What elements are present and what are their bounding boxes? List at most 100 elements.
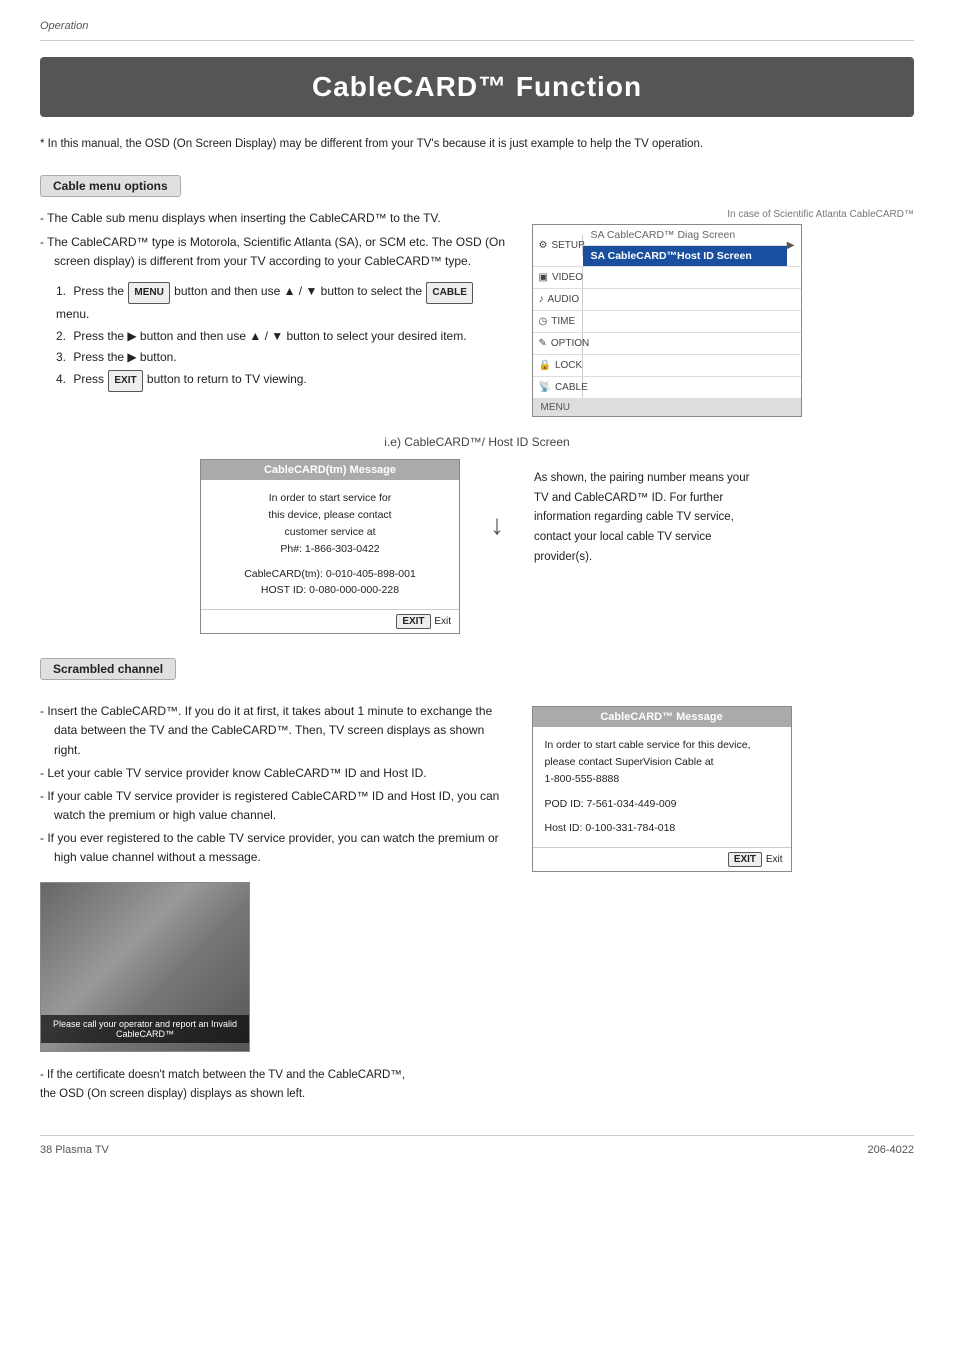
scrambled-layout: Insert the CableCARD™. If you do it at f… [40, 702, 914, 1105]
sa-hostid-item: SA CableCARD™Host ID Screen [583, 246, 787, 266]
lock-content [583, 361, 801, 371]
menu-row-lock: 🔒 LOCK [533, 355, 801, 377]
cable-bullet-2: The CableCARD™ type is Motorola, Scienti… [40, 233, 508, 271]
cert-line2: the OSD (On screen display) displays as … [40, 1085, 508, 1105]
cable-content [583, 383, 801, 393]
cable-step-1: 1. Press the MENU button and then use ▲ … [40, 281, 508, 326]
s-msg-line2: please contact SuperVision Cable at [545, 754, 779, 771]
cert-line1: - If the certificate doesn't match betwe… [40, 1066, 508, 1086]
cable-menu-section: Cable menu options The Cable sub menu di… [40, 175, 914, 417]
scrambled-left: Insert the CableCARD™. If you do it at f… [40, 702, 508, 1105]
scrambled-msg-box: CableCARD™ Message In order to start cab… [532, 706, 792, 872]
tv-overlay: Please call your operator and report an … [41, 1015, 249, 1043]
scrambled-msg-footer: EXIT Exit [533, 847, 791, 871]
msg-line5: CableCARD(tm): 0-010-405-898-001 [213, 566, 447, 583]
cable-menu-label: Cable menu options [40, 175, 181, 197]
cable-step-4: 4. Press EXIT button to return to TV vie… [40, 369, 508, 392]
cablecard-msg-footer: EXIT Exit [201, 609, 459, 633]
s-msg-line1: In order to start cable service for this… [545, 737, 779, 754]
footer-left: 38 Plasma TV [40, 1144, 109, 1156]
sa-diag-item: SA CableCARD™ Diag Screen [583, 225, 787, 246]
cable-bullets: The Cable sub menu displays when inserti… [40, 209, 508, 271]
video-label: VIDEO [552, 272, 583, 283]
operation-label: Operation [40, 20, 914, 32]
video-icon: ▣ [539, 272, 548, 283]
option-icon-cell: ✎ OPTION [533, 333, 583, 354]
menu-row-cable: 📡 CABLE [533, 377, 801, 399]
cable-step-3: 3. Press the ▶ button. [40, 347, 508, 369]
option-icon: ✎ [539, 338, 547, 349]
tv-image-container: Please call your operator and report an … [40, 882, 250, 1052]
menu-row-video: ▣ VIDEO [533, 267, 801, 289]
menu-row-option: ✎ OPTION [533, 333, 801, 355]
scrambled-bullets: Insert the CableCARD™. If you do it at f… [40, 702, 508, 868]
scrambled-bullet-3: If your cable TV service provider is reg… [40, 787, 508, 825]
scrambled-exit-btn[interactable]: EXIT [728, 852, 762, 867]
video-content [583, 273, 801, 283]
scrambled-bullet-1: Insert the CableCARD™. If you do it at f… [40, 702, 508, 760]
cablecard-msg-title: CableCARD(tm) Message [201, 460, 459, 480]
scrambled-msg-title: CableCARD™ Message [533, 707, 791, 727]
host-screen-section: i.e) CableCARD™/ Host ID Screen CableCAR… [40, 435, 914, 634]
sa-label: In case of Scientific Atlanta CableCARD™ [532, 209, 915, 220]
lock-label: LOCK [555, 360, 582, 371]
disclaimer: * In this manual, the OSD (On Screen Dis… [40, 135, 914, 153]
lock-icon-cell: 🔒 LOCK [533, 355, 583, 376]
cablecard-msg-box: CableCARD(tm) Message In order to start … [200, 459, 460, 634]
host-screen-label: i.e) CableCARD™/ Host ID Screen [40, 435, 914, 449]
exit-button-label: EXIT [108, 370, 142, 392]
audio-label: AUDIO [548, 294, 580, 305]
audio-content [583, 295, 801, 305]
video-icon-cell: ▣ VIDEO [533, 267, 583, 288]
cable-bullet-1: The Cable sub menu displays when inserti… [40, 209, 508, 228]
msg-line3: customer service at [213, 524, 447, 541]
scrambled-section: Scrambled channel Insert the CableCARD™.… [40, 658, 914, 1105]
arrow-down-container: ↓ [490, 479, 504, 541]
host-screen-layout: CableCARD(tm) Message In order to start … [40, 459, 914, 634]
setup-arrow: ▶ [787, 240, 801, 251]
cablecard-msg-body: In order to start service for this devic… [201, 480, 459, 609]
setup-label: SETUP [551, 240, 584, 251]
cable-icon: 📡 [539, 382, 551, 393]
exit-btn[interactable]: EXIT [396, 614, 430, 629]
setup-icon: ⚙ [539, 240, 548, 251]
page-footer: 38 Plasma TV 206-4022 [40, 1135, 914, 1156]
time-content [583, 317, 801, 327]
scrambled-bullet-2: Let your cable TV service provider know … [40, 764, 508, 783]
msg-line2: this device, please contact [213, 507, 447, 524]
footer-right: 206-4022 [868, 1144, 915, 1156]
cable-menu-right: In case of Scientific Atlanta CableCARD™… [532, 209, 915, 417]
scrambled-msg-body: In order to start cable service for this… [533, 727, 791, 847]
host-description: As shown, the pairing number means your … [534, 469, 754, 567]
page-title: CableCARD™ Function [60, 71, 894, 103]
audio-icon-cell: ♪ AUDIO [533, 289, 583, 310]
s-msg-line4: POD ID: 7-561-034-449-009 [545, 796, 779, 813]
scrambled-bullet-4: If you ever registered to the cable TV s… [40, 829, 508, 867]
menu-row-audio: ♪ AUDIO [533, 289, 801, 311]
scrambled-right: CableCARD™ Message In order to start cab… [532, 702, 915, 1105]
menu-row-time: ◷ TIME [533, 311, 801, 333]
menu-footer: MENU [533, 399, 801, 416]
time-icon-cell: ◷ TIME [533, 311, 583, 332]
msg-line1: In order to start service for [213, 490, 447, 507]
menu-mockup: ⚙ SETUP SA CableCARD™ Diag Screen SA Cab… [532, 224, 802, 417]
msg-line4: Ph#: 1-866-303-0422 [213, 541, 447, 558]
cable-menu-left: The Cable sub menu displays when inserti… [40, 209, 508, 417]
scrambled-label: Scrambled channel [40, 658, 176, 680]
cable-icon-cell: 📡 CABLE [533, 377, 583, 398]
lock-icon: 🔒 [539, 360, 551, 371]
cable-steps: 1. Press the MENU button and then use ▲ … [40, 281, 508, 392]
cable-button-label: CABLE [426, 282, 472, 304]
time-label: TIME [551, 316, 575, 327]
page-title-box: CableCARD™ Function [40, 57, 914, 117]
s-msg-line5: Host ID: 0-100-331-784-018 [545, 820, 779, 837]
down-arrow-icon: ↓ [490, 509, 504, 541]
menu-button-label: MENU [128, 282, 169, 304]
s-msg-line3: 1-800-555-8888 [545, 771, 779, 788]
setup-icon-cell: ⚙ SETUP [533, 235, 583, 256]
menu-row-setup: ⚙ SETUP SA CableCARD™ Diag Screen SA Cab… [533, 225, 801, 267]
option-content [583, 339, 801, 349]
time-icon: ◷ [539, 316, 548, 327]
cert-text: - If the certificate doesn't match betwe… [40, 1066, 508, 1105]
msg-line6: HOST ID: 0-080-000-000-228 [213, 582, 447, 599]
